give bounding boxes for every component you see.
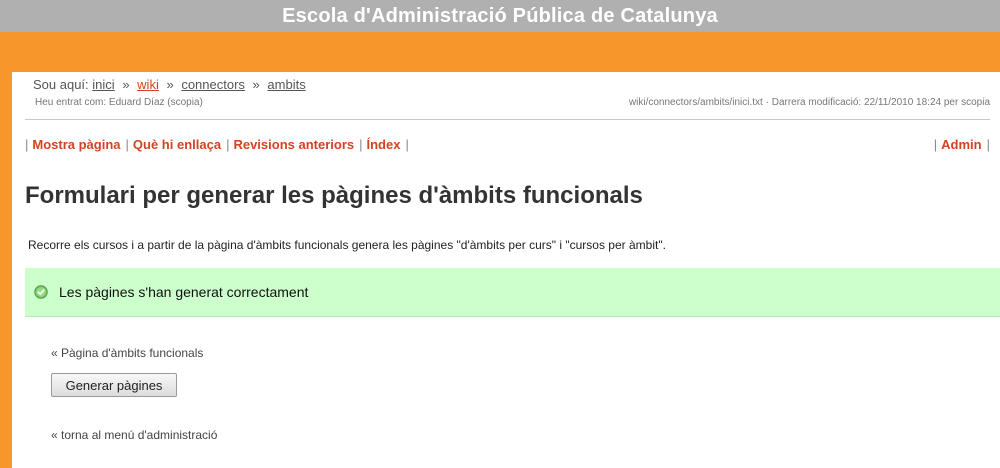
breadcrumb-link-inici[interactable]: inici	[92, 77, 114, 92]
site-header: Escola d'Administració Pública de Catalu…	[0, 0, 1000, 32]
breadcrumb-link-wiki[interactable]: wiki	[137, 77, 159, 92]
divider	[25, 119, 990, 120]
site-title: Escola d'Administració Pública de Catalu…	[282, 4, 718, 27]
ambits-page-link[interactable]: « Pàgina d'àmbits funcionals	[51, 346, 203, 360]
success-message-box: Les pàgines s'han generat correctament	[25, 268, 1000, 317]
toolbar-separator: |	[405, 137, 409, 152]
old-revisions-link[interactable]: Revisions anteriors	[233, 137, 354, 152]
breadcrumb-separator: »	[122, 77, 130, 92]
admin-link[interactable]: Admin	[941, 137, 981, 152]
success-message: Les pàgines s'han generat correctament	[59, 284, 309, 300]
main-content: Sou aquí: inici » wiki » connectors » am…	[12, 72, 1000, 468]
breadcrumb-link-ambits[interactable]: ambits	[267, 77, 305, 92]
page-title: Formulari per generar les pàgines d'àmbi…	[25, 182, 643, 209]
check-circle-icon	[34, 285, 48, 299]
breadcrumb-prefix: Sou aquí:	[33, 77, 89, 92]
toolbar-separator: |	[359, 137, 363, 152]
show-page-link[interactable]: Mostra pàgina	[32, 137, 120, 152]
orange-banner	[0, 32, 1000, 72]
page-meta-info: wiki/connectors/ambits/inici.txt · Darre…	[628, 97, 990, 108]
generate-pages-button[interactable]: Generar pàgines	[51, 373, 177, 397]
index-link[interactable]: Índex	[367, 137, 401, 152]
logged-in-user: Heu entrat com: Eduard Díaz (scopia)	[35, 97, 203, 108]
toolbar-separator: |	[226, 137, 230, 152]
left-accent-strip	[0, 72, 12, 468]
backlinks-link[interactable]: Què hi enllaça	[133, 137, 221, 152]
breadcrumb-link-connectors[interactable]: connectors	[181, 77, 245, 92]
breadcrumb-separator: »	[252, 77, 260, 92]
page-frame: Sou aquí: inici » wiki » connectors » am…	[0, 72, 1000, 468]
toolbar-separator: |	[986, 137, 990, 152]
breadcrumb-separator: »	[166, 77, 174, 92]
toolbar-separator: |	[125, 137, 129, 152]
admin-menu-link[interactable]: « torna al menú d'administració	[51, 428, 217, 442]
page-actions-toolbar: | Mostra pàgina | Què hi enllaça | Revisions …	[25, 137, 413, 152]
admin-toolbar: | Admin |	[934, 137, 990, 152]
intro-text: Recorre els cursos i a partir de la pàgi…	[28, 238, 666, 252]
breadcrumb: Sou aquí: inici » wiki » connectors » am…	[33, 77, 306, 92]
